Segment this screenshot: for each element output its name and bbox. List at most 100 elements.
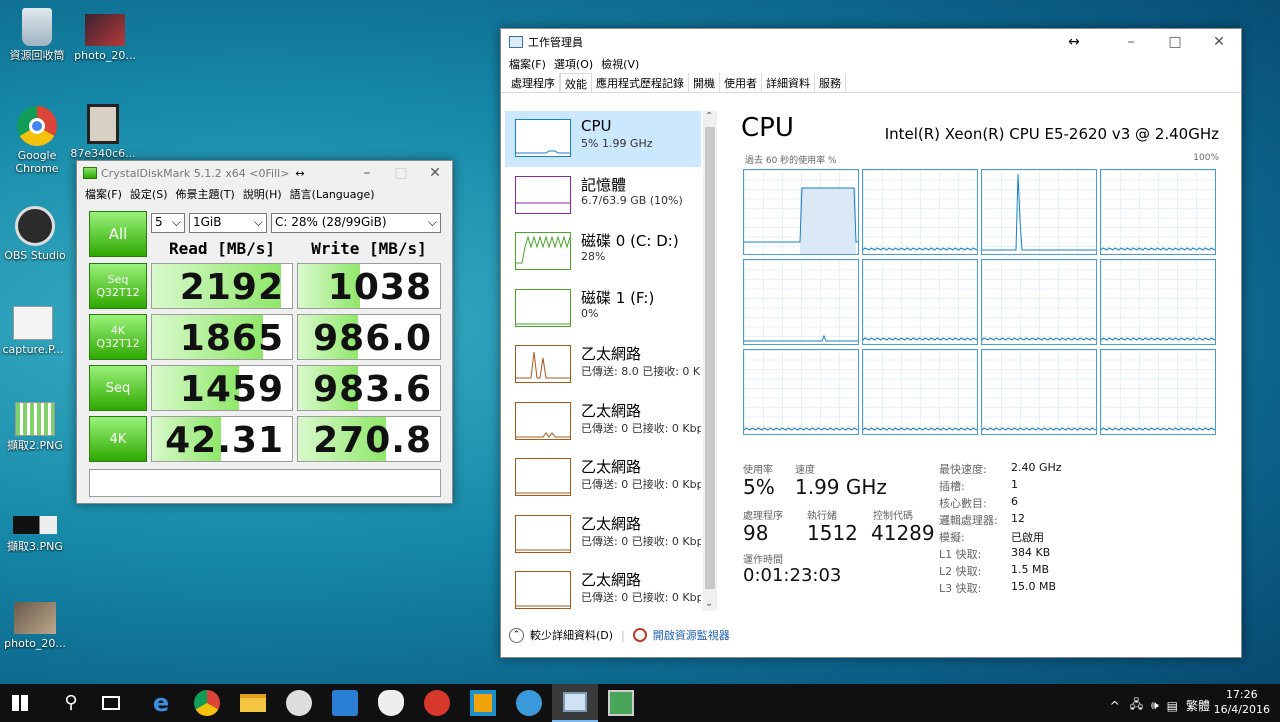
- volume-icon[interactable]: 🕪: [1151, 698, 1159, 713]
- tab-0[interactable]: 處理程序: [507, 73, 560, 92]
- core-graph-path: [744, 427, 858, 431]
- menu-theme[interactable]: 佈景主題(T): [176, 186, 235, 202]
- app-icon[interactable]: [286, 690, 312, 716]
- test-button-row-1[interactable]: 4K Q32T12: [89, 314, 147, 360]
- resource-monitor-link[interactable]: 開啟資源監視器: [653, 627, 730, 643]
- task-manager-taskbar-button[interactable]: [552, 684, 598, 722]
- desktop-icon-label: photo_20...: [74, 49, 136, 62]
- core-graph-line: [1101, 247, 1215, 251]
- spec-key: L2 快取:: [939, 565, 982, 578]
- menu-help[interactable]: 說明(H): [243, 186, 282, 202]
- perf-item-3[interactable]: 磁碟 1 (F:) 0%: [505, 281, 701, 337]
- cpu-core-graphs: [743, 169, 1219, 437]
- search-icon[interactable]: ⚲: [58, 690, 84, 716]
- recycle-bin-icon: [22, 8, 52, 46]
- clock[interactable]: 17:26 16/4/2016: [1214, 687, 1270, 717]
- cdm-titlebar[interactable]: CrystalDiskMark 5.1.2 x64 <0Fill> ↔ – □ …: [77, 161, 452, 185]
- scrollbar-thumb[interactable]: [705, 127, 715, 589]
- menu-language[interactable]: 語言(Language): [290, 186, 375, 202]
- core-graph-10: [981, 349, 1097, 435]
- spec-value: 2.40 GHz: [1011, 461, 1062, 474]
- perf-item-6[interactable]: 乙太網路 已傳送: 0 已接收: 0 Kbp: [505, 450, 701, 506]
- input-language[interactable]: 繁體: [1186, 697, 1210, 714]
- spec-key: 核心數目:: [939, 497, 987, 510]
- app-icon[interactable]: [470, 690, 496, 716]
- file-explorer-icon[interactable]: [240, 694, 266, 712]
- app-icon[interactable]: [608, 690, 634, 716]
- tab-1[interactable]: 效能: [560, 73, 592, 92]
- core-graph-line: [1101, 427, 1215, 431]
- app-icon[interactable]: [378, 690, 404, 716]
- perf-item-8[interactable]: 乙太網路 已傳送: 0 已接收: 0 Kbp: [505, 563, 701, 611]
- tab-6[interactable]: 服務: [815, 73, 846, 92]
- chevron-down-icon[interactable]: ⌄: [705, 598, 713, 609]
- perf-item-sub: 已傳送: 0 已接收: 0 Kbp: [581, 421, 701, 435]
- fewer-details-link[interactable]: 較少詳細資料(D): [530, 627, 613, 643]
- perf-item-5[interactable]: 乙太網路 已傳送: 0 已接收: 0 Kbp: [505, 394, 701, 450]
- app-icon[interactable]: [516, 690, 542, 716]
- desktop-icon-chrome[interactable]: Google Chrome: [0, 106, 74, 175]
- desktop-icon-photo-2[interactable]: photo_20...: [0, 602, 72, 650]
- notification-icon[interactable]: ▤: [1167, 699, 1178, 713]
- perf-item-1[interactable]: 記憶體 6.7/63.9 GB (10%): [505, 168, 701, 224]
- core-graph-path: [863, 247, 977, 251]
- image-file-icon: [87, 104, 119, 144]
- size-select[interactable]: 1GiB ⌵: [189, 213, 267, 233]
- close-button[interactable]: ✕: [418, 165, 452, 181]
- visual-studio-icon[interactable]: [332, 690, 358, 716]
- desktop-icon-file-87e[interactable]: 87e340c6...: [66, 104, 140, 160]
- tab-5[interactable]: 詳細資料: [762, 73, 815, 92]
- tab-2[interactable]: 應用程式歷程記錄: [592, 73, 689, 92]
- network-icon[interactable]: 🖧: [1130, 695, 1143, 716]
- test-button-row-2[interactable]: Seq: [89, 365, 147, 411]
- drive-select[interactable]: C: 28% (28/99GiB) ⌵: [271, 213, 441, 233]
- all-button[interactable]: All: [89, 211, 147, 257]
- desktop-icon-recycle-bin[interactable]: 資源回收筒: [0, 8, 74, 62]
- minimize-button[interactable]: –: [350, 165, 384, 181]
- tm-titlebar[interactable]: 工作管理員 ↔ – □ ✕: [501, 29, 1241, 55]
- perf-item-7[interactable]: 乙太網路 已傳送: 0 已接收: 0 Kbp: [505, 507, 701, 563]
- uptime-value: 0:01:23:03: [743, 565, 842, 586]
- test-button-row-3[interactable]: 4K: [89, 416, 147, 462]
- desktop-icon-capture2[interactable]: 擷取2.PNG: [0, 402, 72, 452]
- menu-options[interactable]: 選項(O): [554, 56, 593, 72]
- windows-start-icon[interactable]: [12, 695, 28, 711]
- count-select[interactable]: 5 ⌵: [151, 213, 185, 233]
- chevron-up-icon[interactable]: ^: [1110, 699, 1120, 713]
- tab-3[interactable]: 開機: [689, 73, 720, 92]
- chevron-down-icon: ⌵: [253, 215, 263, 229]
- resource-monitor-icon: [632, 628, 647, 642]
- minimize-button[interactable]: –: [1109, 34, 1153, 50]
- perf-sparkline: [516, 605, 570, 607]
- app-icon[interactable]: [424, 690, 450, 716]
- result-value: 270.8: [313, 420, 432, 461]
- perf-list-scrollbar[interactable]: ⌃ ⌄: [703, 111, 717, 611]
- chrome-icon[interactable]: [194, 690, 220, 716]
- test-button-row-0[interactable]: Seq Q32T12: [89, 263, 147, 309]
- chevron-up-circle-icon[interactable]: ⌃: [509, 627, 524, 643]
- desktop-icon-obs[interactable]: OBS Studio: [0, 206, 72, 262]
- edge-icon[interactable]: e: [148, 690, 174, 716]
- menu-view[interactable]: 檢視(V): [601, 56, 639, 72]
- task-view-icon[interactable]: [102, 696, 120, 710]
- spec-value: 15.0 MB: [1011, 580, 1057, 593]
- maximize-button[interactable]: □: [384, 165, 418, 181]
- core-graph-path: [1101, 337, 1215, 341]
- chevron-up-icon[interactable]: ⌃: [705, 111, 713, 122]
- menu-settings[interactable]: 設定(S): [130, 186, 168, 202]
- perf-thumbnail: [515, 288, 571, 327]
- perf-item-2[interactable]: 磁碟 0 (C: D:) 28%: [505, 224, 701, 280]
- tab-4[interactable]: 使用者: [720, 73, 762, 92]
- close-button[interactable]: ✕: [1197, 34, 1241, 50]
- perf-item-4[interactable]: 乙太網路 已傳送: 8.0 已接收: 0 Kb: [505, 337, 701, 393]
- desktop-icon-capture[interactable]: capture.P...: [0, 306, 70, 356]
- core-graph-line: [1101, 337, 1215, 341]
- desktop-icon-capture3[interactable]: 擷取3.PNG: [0, 516, 72, 553]
- spec-value: 1.5 MB: [1011, 563, 1050, 576]
- menu-file[interactable]: 檔案(F): [509, 56, 546, 72]
- menu-file[interactable]: 檔案(F): [85, 186, 122, 202]
- desktop-icon-photo-1[interactable]: photo_20...: [68, 14, 142, 62]
- perf-item-0[interactable]: CPU 5% 1.99 GHz: [505, 111, 701, 167]
- maximize-button[interactable]: □: [1153, 34, 1197, 50]
- test-label: Seq: [105, 380, 131, 396]
